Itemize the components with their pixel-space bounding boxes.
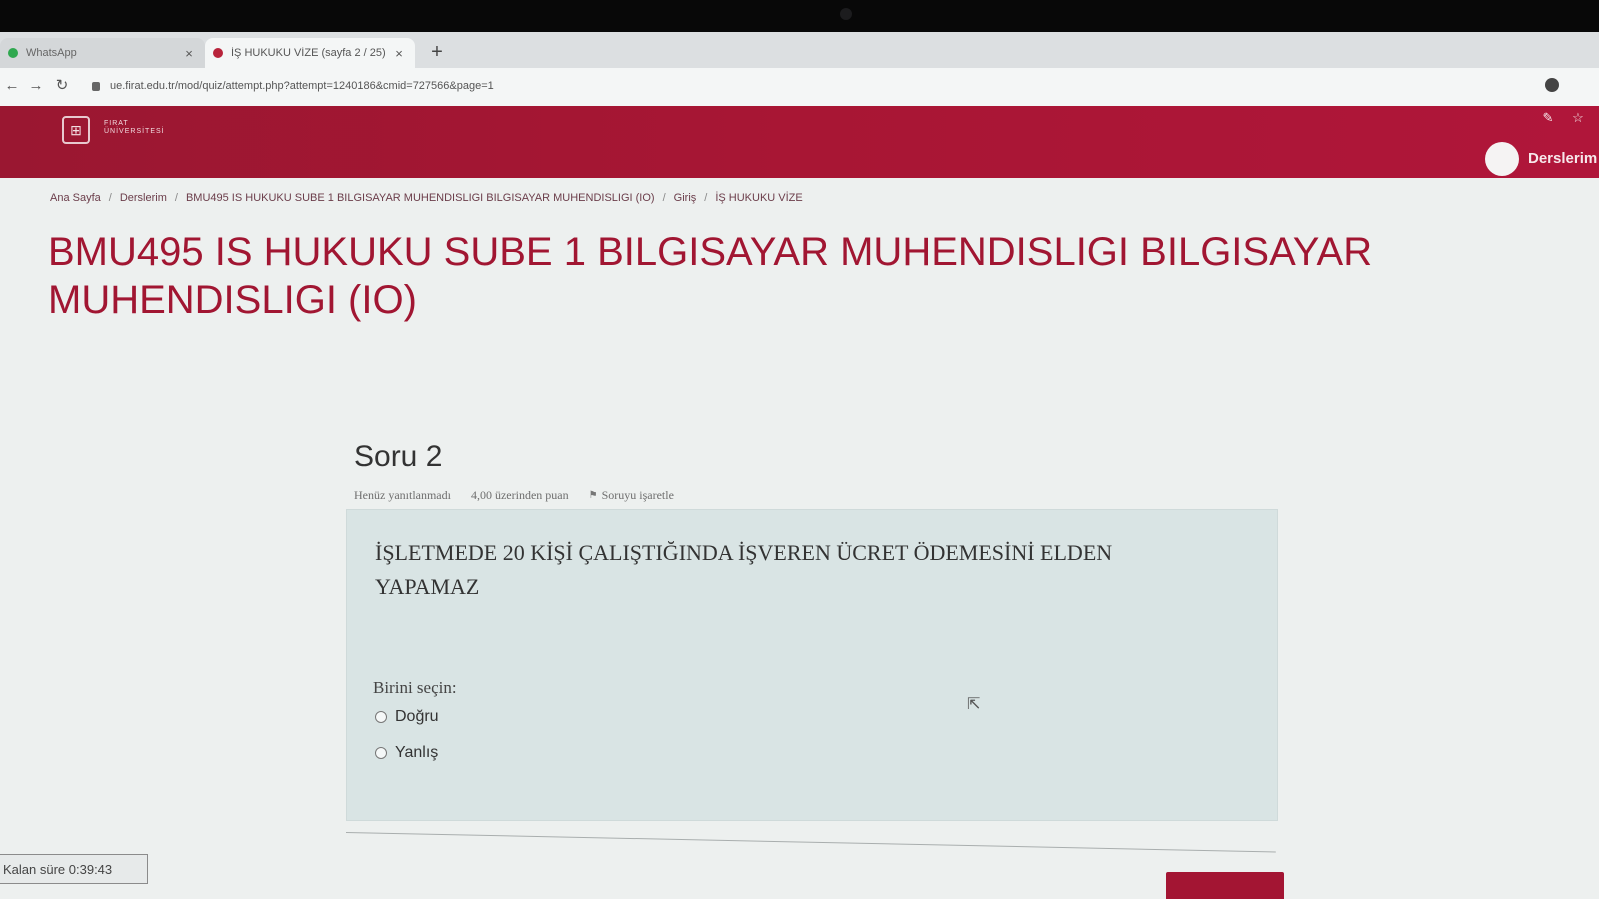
site-header: ⊞ FIRAT ÜNİVERSİTESİ ✎ ☆ Derslerim bbox=[0, 106, 1599, 178]
new-tab-button[interactable]: + bbox=[425, 40, 449, 64]
flag-question-label: Soruyu işaretle bbox=[601, 488, 674, 502]
forward-arrow-icon[interactable]: → bbox=[26, 76, 46, 96]
answer-option-false[interactable]: Yanlış bbox=[375, 744, 438, 762]
mouse-cursor-icon: ⇱ bbox=[967, 696, 981, 713]
tab-strip: WhatsApp × İŞ HUKUKU VİZE (sayfa 2 / 25)… bbox=[0, 32, 1599, 68]
answer-prompt: Birini seçin: bbox=[373, 678, 457, 697]
next-page-button[interactable] bbox=[1166, 872, 1284, 899]
breadcrumb-item-section[interactable]: Giriş bbox=[674, 192, 697, 204]
radio-button[interactable] bbox=[375, 747, 387, 759]
breadcrumb-separator: / bbox=[174, 192, 178, 204]
close-tab-icon[interactable]: × bbox=[181, 46, 197, 61]
site-favicon-icon bbox=[213, 48, 223, 58]
question-status: Henüz yanıtlanmadı bbox=[354, 488, 451, 502]
address-toolbar: ← → ↻ ue.firat.edu.tr/mod/quiz/attempt.p… bbox=[0, 68, 1599, 107]
radio-button[interactable] bbox=[375, 711, 387, 723]
question-box: İŞLETMEDE 20 KİŞİ ÇALIŞTIĞINDA İŞVEREN Ü… bbox=[346, 509, 1278, 821]
breadcrumb-item-courses[interactable]: Derslerim bbox=[120, 192, 167, 204]
question-number: Soru 2 bbox=[354, 440, 443, 473]
lock-icon bbox=[92, 81, 100, 91]
divider bbox=[345, 832, 1276, 853]
notification-icon[interactable]: ✎ bbox=[1540, 110, 1556, 126]
avatar[interactable] bbox=[1485, 142, 1519, 176]
breadcrumb-separator: / bbox=[704, 192, 708, 204]
my-courses-link[interactable]: Derslerim bbox=[1528, 150, 1597, 167]
flag-question-button[interactable]: ⚑ Soruyu işaretle bbox=[589, 488, 674, 503]
extension-icon[interactable] bbox=[1545, 78, 1559, 92]
tab-quiz[interactable]: İŞ HUKUKU VİZE (sayfa 2 / 25) × bbox=[205, 38, 415, 68]
breadcrumb: Ana Sayfa / Derslerim / BMU495 IS HUKUKU… bbox=[50, 192, 803, 204]
answer-option-label[interactable]: Yanlış bbox=[395, 744, 438, 762]
tab-whatsapp[interactable]: WhatsApp × bbox=[0, 38, 205, 68]
quiz-timer: Kalan süre 0:39:43 bbox=[0, 854, 148, 884]
close-tab-icon[interactable]: × bbox=[391, 46, 407, 61]
question-grade: 4,00 üzerinden puan bbox=[470, 488, 569, 502]
whatsapp-favicon-icon bbox=[8, 48, 18, 58]
breadcrumb-separator: / bbox=[662, 192, 666, 204]
browser-window: WhatsApp × İŞ HUKUKU VİZE (sayfa 2 / 25)… bbox=[0, 32, 1599, 899]
breadcrumb-item-quiz[interactable]: İŞ HUKUKU VİZE bbox=[715, 192, 802, 204]
tab-title: İŞ HUKUKU VİZE (sayfa 2 / 25) bbox=[231, 47, 386, 59]
answer-option-true[interactable]: Doğru bbox=[375, 708, 439, 726]
tab-title: WhatsApp bbox=[26, 47, 77, 59]
university-logo-icon[interactable]: ⊞ bbox=[62, 116, 90, 144]
messages-icon[interactable]: ☆ bbox=[1570, 110, 1586, 126]
reload-icon[interactable]: ↻ bbox=[52, 76, 72, 96]
question-info: Henüz yanıtlanmadı 4,00 üzerinden puan ⚑… bbox=[354, 488, 674, 503]
page-title: BMU495 IS HUKUKU SUBE 1 BILGISAYAR MUHEN… bbox=[48, 230, 1373, 322]
question-text: İŞLETMEDE 20 KİŞİ ÇALIŞTIĞINDA İŞVEREN Ü… bbox=[375, 540, 1113, 599]
screen-bezel bbox=[0, 0, 1599, 32]
logo-text: FIRAT ÜNİVERSİTESİ bbox=[104, 120, 165, 135]
flag-icon: ⚑ bbox=[588, 490, 598, 501]
back-arrow-icon[interactable]: ← bbox=[2, 76, 22, 96]
url-text: ue.firat.edu.tr/mod/quiz/attempt.php?att… bbox=[110, 80, 494, 92]
breadcrumb-separator: / bbox=[108, 192, 112, 204]
address-bar[interactable]: ue.firat.edu.tr/mod/quiz/attempt.php?att… bbox=[88, 74, 1488, 98]
answer-option-label[interactable]: Doğru bbox=[395, 708, 439, 726]
webcam bbox=[840, 8, 852, 20]
breadcrumb-item-course[interactable]: BMU495 IS HUKUKU SUBE 1 BILGISAYAR MUHEN… bbox=[186, 192, 655, 204]
breadcrumb-item-home[interactable]: Ana Sayfa bbox=[50, 192, 101, 204]
